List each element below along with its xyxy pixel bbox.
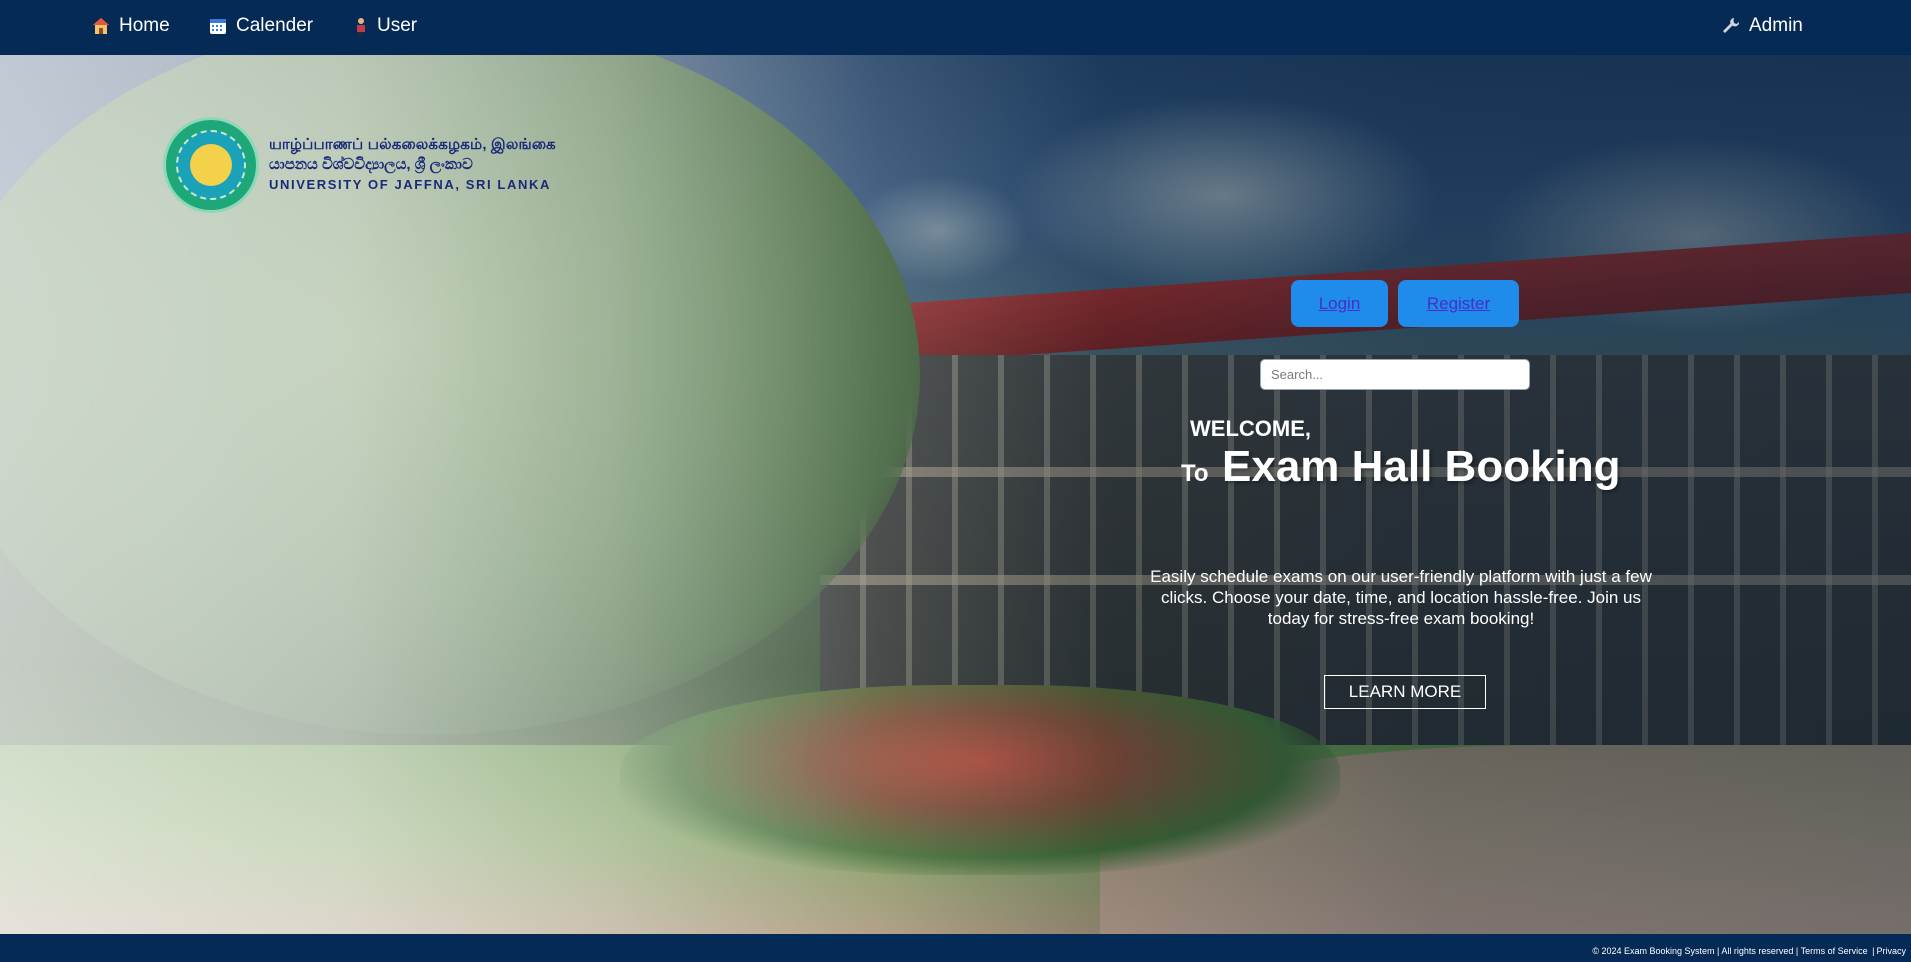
nav-admin-label: Admin: [1749, 15, 1803, 36]
wrench-icon: [1722, 17, 1740, 35]
terms-link[interactable]: Terms of Service: [1801, 946, 1868, 956]
university-name: யாழ்ப்பாணப் பல்கலைக்கழகம், இலங்கை යාපනය …: [269, 135, 556, 195]
university-seal-icon: [163, 117, 259, 213]
learn-more-button[interactable]: LEARN MORE: [1324, 675, 1486, 709]
top-navbar: Home Calender User Admin: [0, 0, 1911, 55]
university-name-english: UNIVERSITY OF JAFFNA, SRI LANKA: [269, 177, 551, 192]
university-name-tamil: யாழ்ப்பாணப் பல்கலைக்கழகம், இலங்கை: [269, 136, 556, 153]
nav-user[interactable]: User: [354, 0, 417, 52]
nav-calender[interactable]: Calender: [209, 0, 313, 52]
nav-user-label: User: [377, 15, 418, 36]
hero-description: Easily schedule exams on our user-friend…: [1150, 567, 1652, 628]
nav-calender-label: Calender: [236, 15, 314, 36]
welcome-heading: WELCOME,: [1190, 416, 1311, 441]
nav-home[interactable]: Home: [92, 0, 170, 52]
search-input[interactable]: [1260, 359, 1530, 390]
home-icon: [92, 17, 110, 35]
page-title: Exam Hall Booking: [1222, 442, 1621, 491]
register-button[interactable]: Register: [1398, 280, 1519, 327]
calendar-icon: [209, 17, 227, 35]
university-name-sinhala: යාපනය විශ්වවිද්‍යාලය, ශ්‍රී ලංකාව: [269, 156, 473, 173]
footer-divider: |: [1872, 946, 1875, 956]
footer-copyright: © 2024 Exam Booking System | All rights …: [1592, 946, 1799, 956]
to-text: To: [1181, 460, 1209, 487]
privacy-link[interactable]: Privacy: [1876, 946, 1906, 956]
login-button[interactable]: Login: [1291, 280, 1388, 327]
university-logo: யாழ்ப்பாணப் பல்கலைக்கழகம், இலங்கை යාපනය …: [163, 117, 556, 213]
nav-home-label: Home: [119, 15, 170, 36]
footer: © 2024 Exam Booking System | All rights …: [0, 934, 1911, 962]
nav-admin[interactable]: Admin: [1722, 0, 1803, 52]
user-icon: [354, 17, 368, 35]
